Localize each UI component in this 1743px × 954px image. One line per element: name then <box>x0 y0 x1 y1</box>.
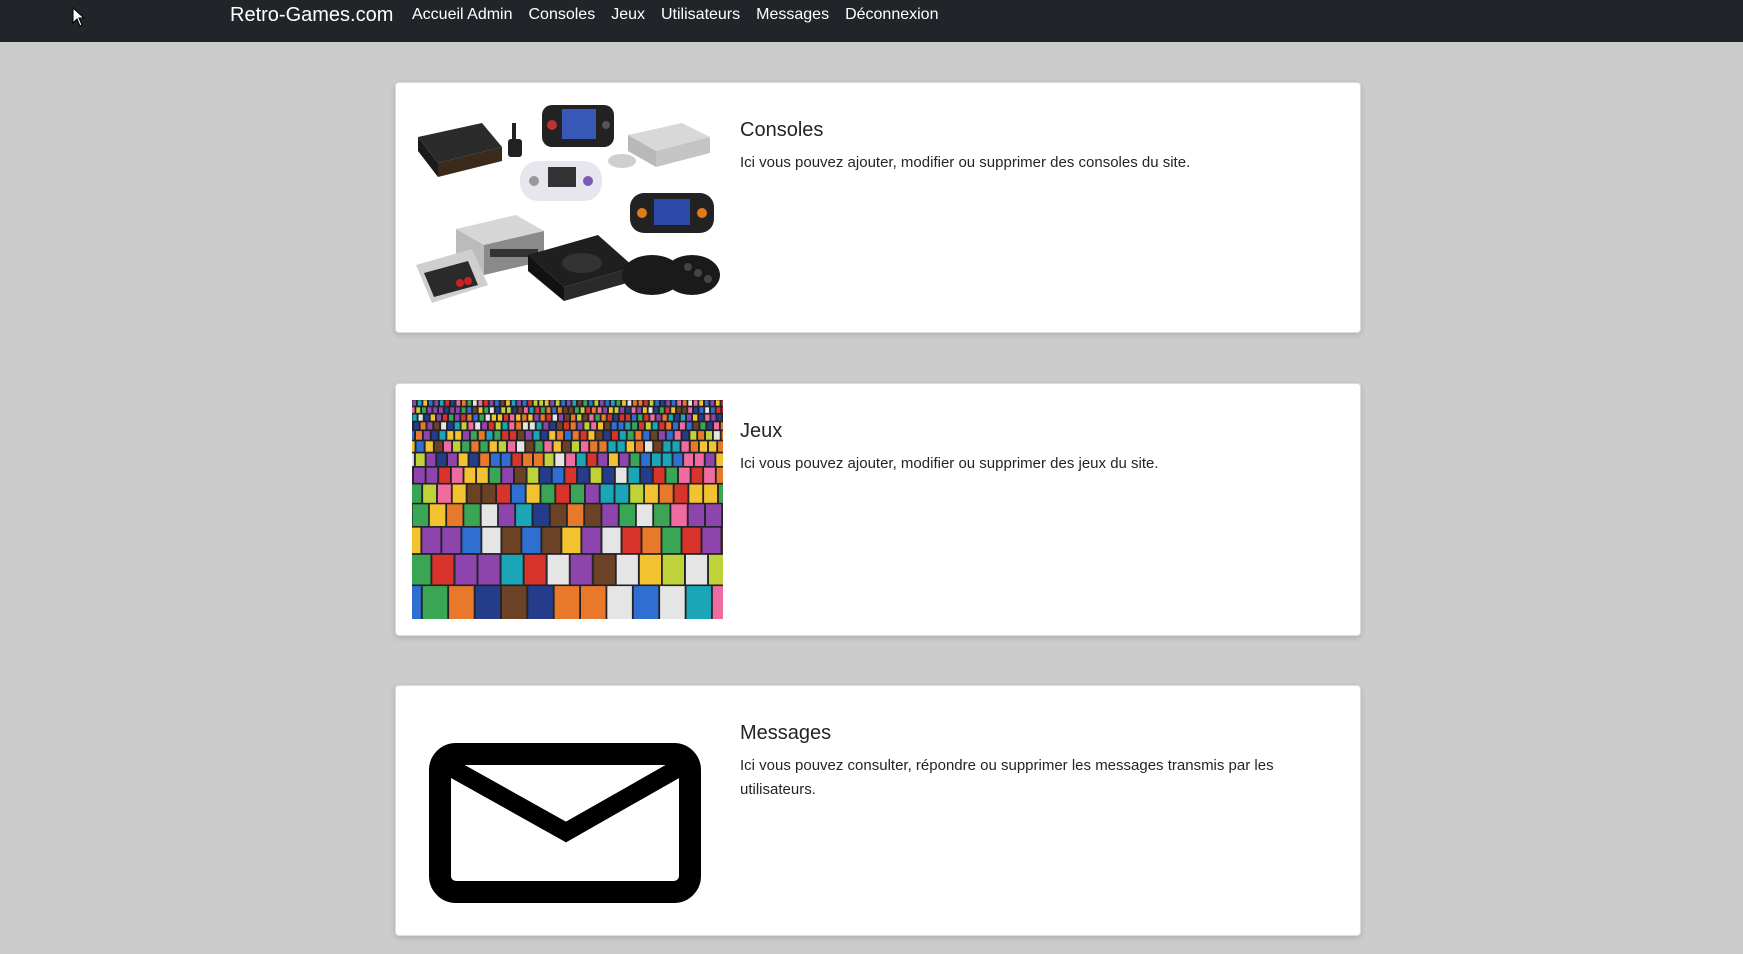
nav-link-accueil-admin[interactable]: Accueil Admin <box>412 4 521 26</box>
messages-card-text: Ici vous pouvez consulter, répondre ou s… <box>740 757 1274 798</box>
messages-card[interactable]: Messages Ici vous pouvez consulter, répo… <box>395 685 1361 936</box>
nav-link-jeux[interactable]: Jeux <box>603 4 653 26</box>
brand-link[interactable]: Retro-Games.com <box>230 3 393 27</box>
jeux-card-text: Ici vous pouvez ajouter, modifier ou sup… <box>740 455 1159 472</box>
mouse-cursor-icon <box>72 7 86 27</box>
jeux-image <box>412 400 723 619</box>
consoles-image <box>412 99 723 318</box>
nav-menu: Accueil Admin Consoles Jeux Utilisateurs… <box>412 4 946 26</box>
nav-link-messages[interactable]: Messages <box>748 4 837 26</box>
consoles-card-text: Ici vous pouvez ajouter, modifier ou sup… <box>740 154 1191 171</box>
consoles-card-title: Consoles <box>740 119 824 141</box>
top-navbar: Retro-Games.com Accueil Admin Consoles J… <box>0 0 1743 42</box>
messages-card-title: Messages <box>740 722 832 744</box>
nav-link-deconnexion[interactable]: Déconnexion <box>837 4 946 26</box>
jeux-card[interactable]: Jeux Ici vous pouvez ajouter, modifier o… <box>395 383 1361 636</box>
messages-image <box>412 702 723 921</box>
consoles-card[interactable]: Consoles Ici vous pouvez ajouter, modifi… <box>395 82 1361 333</box>
nav-link-consoles[interactable]: Consoles <box>521 4 604 26</box>
jeux-card-title: Jeux <box>740 420 783 442</box>
envelope-icon <box>412 702 723 921</box>
nav-link-utilisateurs[interactable]: Utilisateurs <box>653 4 748 26</box>
